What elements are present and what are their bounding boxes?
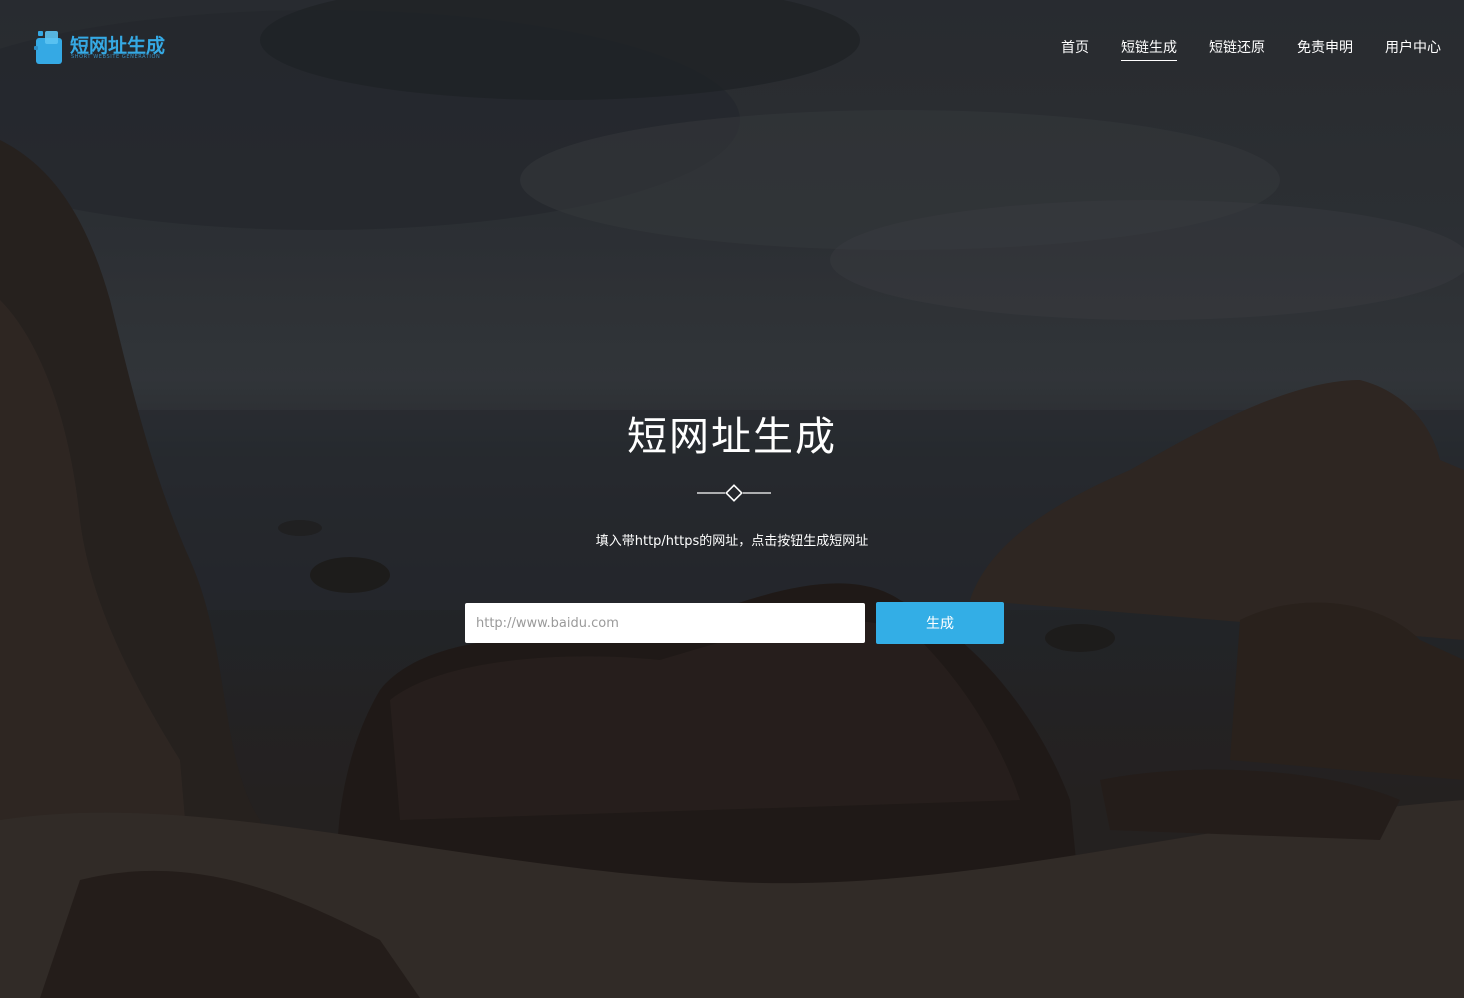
hero-description: 填入带http/https的网址，点击按钮生成短网址 — [595, 534, 869, 549]
page-title: 短网址生成 — [627, 414, 837, 460]
hero-section: 短网址生成 填入带http/https的网址，点击按钮生成短网址 生成 — [0, 0, 1464, 998]
generate-button[interactable]: 生成 — [876, 602, 1004, 644]
diamond-divider-icon — [697, 484, 771, 502]
url-input[interactable] — [465, 603, 865, 643]
